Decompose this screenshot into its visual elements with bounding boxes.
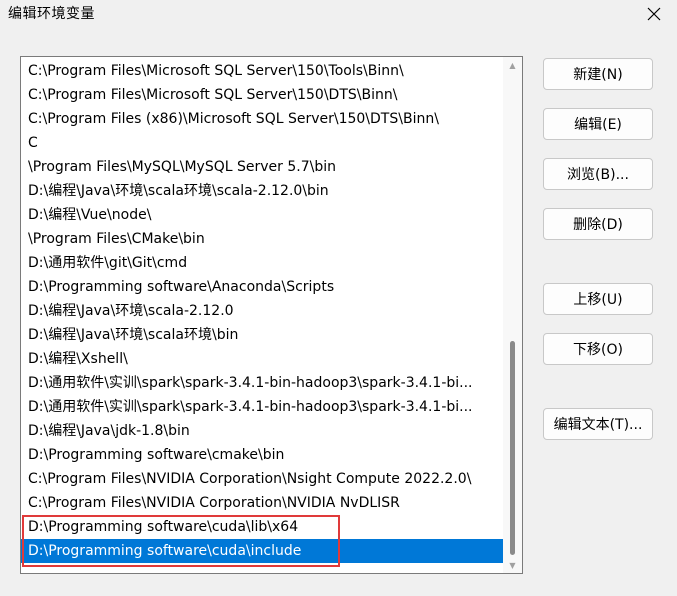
close-button[interactable] (630, 0, 677, 28)
title-bar: 编辑环境变量 (0, 0, 677, 30)
path-list-item[interactable]: \Program Files\CMake\bin (21, 227, 503, 251)
path-list-item[interactable]: D:\编程\Java\环境\scala-2.12.0 (21, 299, 503, 323)
path-list-item[interactable]: D:\编程\Java\jdk-1.8\bin (21, 419, 503, 443)
move-up-button[interactable]: 上移(U) (543, 283, 653, 315)
path-list-item[interactable]: D:\Programming software\cmake\bin (21, 443, 503, 467)
path-list-item[interactable]: \Program Files\MySQL\MySQL Server 5.7\bi… (21, 155, 503, 179)
path-list-item[interactable]: C:\Program Files\NVIDIA Corporation\NVID… (21, 491, 503, 515)
path-list-item[interactable]: D:\编程\Vue\node\ (21, 203, 503, 227)
edit-text-button[interactable]: 编辑文本(T)... (543, 408, 653, 440)
delete-button[interactable]: 删除(D) (543, 208, 653, 240)
path-list-item[interactable]: D:\通用软件\实训\spark\spark-3.4.1-bin-hadoop3… (21, 395, 503, 419)
path-list-item[interactable]: C:\Program Files\Microsoft SQL Server\15… (21, 59, 503, 83)
path-list-item[interactable]: D:\编程\Java\环境\scala环境\bin (21, 323, 503, 347)
path-list-item[interactable]: C:\Program Files\Microsoft SQL Server\15… (21, 83, 503, 107)
path-list-item[interactable]: C (21, 131, 503, 155)
path-list-item[interactable]: D:\通用软件\git\Git\cmd (21, 251, 503, 275)
path-list-item[interactable]: D:\Programming software\Anaconda\Scripts (21, 275, 503, 299)
path-list-item[interactable]: D:\通用软件\实训\spark\spark-3.4.1-bin-hadoop3… (21, 371, 503, 395)
move-down-button[interactable]: 下移(O) (543, 333, 653, 365)
path-list-item[interactable]: C:\Program Files (x86)\Microsoft SQL Ser… (21, 107, 503, 131)
path-list-item[interactable]: D:\编程\Java\环境\scala环境\scala-2.12.0\bin (21, 179, 503, 203)
new-button[interactable]: 新建(N) (543, 58, 653, 90)
scroll-up-icon[interactable]: ▲ (503, 57, 522, 73)
path-list-items: C:\Program Files\Microsoft SQL Server\15… (21, 59, 503, 563)
path-list-item[interactable]: C:\Program Files\NVIDIA Corporation\Nsig… (21, 467, 503, 491)
edit-button[interactable]: 编辑(E) (543, 108, 653, 140)
scroll-thumb[interactable] (510, 341, 515, 555)
close-icon (647, 7, 660, 21)
path-list-item[interactable]: D:\Programming software\cuda\lib\x64 (21, 515, 503, 539)
path-list-item[interactable]: D:\编程\Xshell\ (21, 347, 503, 371)
browse-button[interactable]: 浏览(B)... (543, 158, 653, 190)
path-list[interactable]: C:\Program Files\Microsoft SQL Server\15… (20, 56, 523, 574)
path-list-item[interactable]: D:\Programming software\cuda\include (21, 539, 503, 563)
scroll-down-icon[interactable]: ▼ (503, 557, 522, 573)
vertical-scrollbar[interactable]: ▲ ▼ (503, 57, 522, 573)
window-title: 编辑环境变量 (8, 6, 95, 22)
